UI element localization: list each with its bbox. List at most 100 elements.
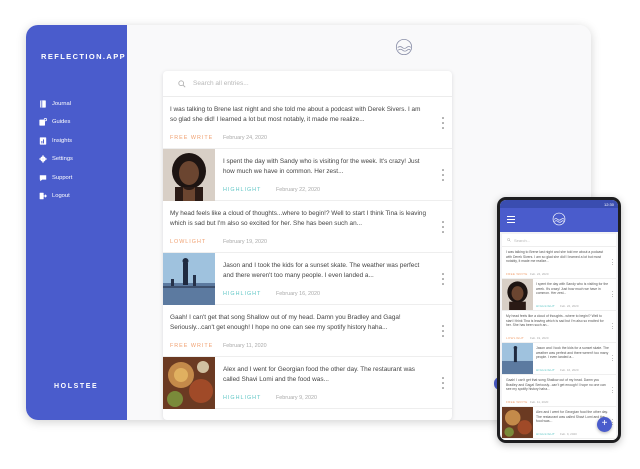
entry-date: February 16, 2020	[276, 291, 321, 297]
phone-journal-entry[interactable]: I was talking to Brene last night and sh…	[502, 247, 616, 279]
entry-date: February 11, 2020	[223, 343, 267, 349]
wave-logo-icon	[395, 38, 413, 56]
entry-date: February 22, 2020	[276, 187, 321, 193]
entry-tag: HIGHLIGHT	[223, 395, 262, 401]
chat-icon	[38, 173, 47, 182]
more-options-icon[interactable]	[612, 387, 614, 393]
entry-date: Feb. 22, 2020	[560, 304, 579, 308]
more-options-icon[interactable]	[441, 117, 445, 129]
more-options-icon[interactable]	[441, 377, 445, 389]
entry-text: I spent the day with Sandy who is visiti…	[223, 158, 420, 175]
logout-icon	[38, 192, 47, 201]
phone-search-bar[interactable]: Search...	[502, 234, 616, 247]
entry-meta: FREE WRITE Feb. 24, 2020	[506, 272, 549, 276]
phone-journal-entry[interactable]: Gaah! I can't get that song Shallow out …	[502, 375, 616, 407]
entry-photo-woman	[502, 279, 533, 310]
sidebar-item-insights[interactable]: Insights	[38, 134, 73, 147]
phone-search-placeholder: Search...	[514, 237, 531, 243]
entry-text: My head feels like a cloud of thoughts..…	[506, 314, 604, 328]
search-icon	[178, 79, 186, 88]
add-entry-button[interactable]: +	[597, 417, 612, 432]
gear-icon	[38, 155, 47, 164]
entry-photo-skate	[502, 343, 533, 374]
entry-tag: FREE WRITE	[506, 400, 528, 404]
sidebar-nav: Journal Guides Insights Settings Support	[38, 97, 73, 208]
more-options-icon[interactable]	[612, 419, 614, 425]
more-options-icon[interactable]	[612, 291, 614, 297]
status-bar: 12:30	[500, 200, 618, 208]
entry-meta: HIGHLIGHT February 16, 2020	[223, 291, 320, 297]
entry-photo-food	[502, 407, 533, 438]
entry-date: Feb. 9, 2020	[560, 432, 577, 436]
search-bar	[163, 71, 452, 97]
search-icon	[507, 238, 511, 242]
sidebar-item-logout[interactable]: Logout	[38, 190, 73, 203]
entry-meta: LOWLIGHT Feb. 19, 2020	[506, 336, 549, 340]
phone-journal-entry[interactable]: I spent the day with Sandy who is visiti…	[502, 279, 616, 311]
sidebar-item-label: Settings	[52, 156, 73, 162]
insights-icon	[38, 136, 47, 145]
entry-date: February 9, 2020	[276, 395, 318, 401]
entry-text: I was talking to Brene last night and sh…	[170, 106, 421, 123]
entry-text: Gaah! I can't get that song Shallow out …	[506, 378, 606, 392]
phone-journal-entry[interactable]: My head feels like a cloud of thoughts..…	[502, 311, 616, 343]
entry-photo-woman	[163, 149, 215, 201]
sidebar: REFLECTION.APP Journal Guides Insights S…	[26, 25, 127, 420]
entry-tag: HIGHLIGHT	[536, 432, 556, 436]
more-options-icon[interactable]	[441, 221, 445, 233]
journal-entry[interactable]: I was talking to Brene last night and sh…	[163, 97, 452, 149]
guides-icon	[38, 118, 47, 127]
entry-meta: FREE WRITE Feb. 11, 2020	[506, 400, 548, 404]
entry-meta: HIGHLIGHT February 9, 2020	[223, 395, 317, 401]
entry-meta: HIGHLIGHT Feb. 22, 2020	[536, 304, 579, 308]
phone-screen: 12:30 Search... I was talking to Brene l…	[500, 200, 618, 440]
search-input[interactable]	[193, 80, 393, 87]
more-options-icon[interactable]	[612, 323, 614, 329]
entry-tag: LOWLIGHT	[506, 336, 525, 340]
sidebar-item-support[interactable]: Support	[38, 171, 73, 184]
sidebar-item-guides[interactable]: Guides	[38, 116, 73, 129]
sidebar-item-label: Journal	[52, 100, 72, 107]
entry-meta: HIGHLIGHT Feb. 9, 2020	[536, 432, 577, 436]
journal-icon	[38, 99, 47, 108]
entry-meta: FREE WRITE February 24, 2020	[170, 135, 267, 141]
more-options-icon[interactable]	[612, 355, 614, 361]
journal-entry[interactable]: Gaah! I can't get that song Shallow out …	[163, 305, 452, 357]
entry-text: I was talking to Brene last night and sh…	[506, 250, 604, 264]
journal-entry[interactable]: Alex and I went for Georgian food the ot…	[163, 357, 452, 409]
entry-date: February 24, 2020	[223, 135, 268, 141]
journal-entry[interactable]: Jason and I took the kids for a sunset s…	[163, 253, 452, 305]
entry-meta: LOWLIGHT February 19, 2020	[170, 239, 267, 245]
more-options-icon[interactable]	[441, 169, 445, 181]
journal-entry[interactable]: I spent the day with Sandy who is visiti…	[163, 149, 452, 201]
app-brand: REFLECTION.APP	[41, 52, 127, 61]
entry-date: Feb. 16, 2020	[560, 368, 579, 372]
more-options-icon[interactable]	[612, 259, 614, 265]
entry-meta: HIGHLIGHT February 22, 2020	[223, 187, 320, 193]
journal-entry[interactable]: My head feels like a cloud of thoughts..…	[163, 201, 452, 253]
entry-text: My head feels like a cloud of thoughts..…	[170, 210, 427, 227]
entry-photo-skate	[163, 253, 215, 305]
entry-date: February 19, 2020	[223, 239, 268, 245]
entry-text: Jason and I took the kids for a sunset s…	[536, 346, 609, 360]
entry-tag: HIGHLIGHT	[223, 291, 262, 297]
holstee-logo: HOLSTEE	[54, 383, 99, 390]
sidebar-item-label: Guides	[52, 119, 71, 125]
entry-tag: FREE WRITE	[506, 272, 528, 276]
more-options-icon[interactable]	[441, 325, 445, 337]
entry-tag: HIGHLIGHT	[536, 368, 556, 372]
wave-logo-icon	[552, 212, 566, 226]
hamburger-menu-icon[interactable]	[507, 216, 515, 223]
phone-journal-entry[interactable]: Jason and I took the kids for a sunset s…	[502, 343, 616, 375]
sidebar-item-settings[interactable]: Settings	[38, 153, 73, 166]
more-options-icon[interactable]	[441, 273, 445, 285]
sidebar-item-journal[interactable]: Journal	[38, 97, 73, 110]
entry-meta: FREE WRITE February 11, 2020	[170, 343, 267, 349]
entry-text: Alex and I went for Georgian food the ot…	[223, 366, 415, 383]
stage: REFLECTION.APP Journal Guides Insights S…	[0, 0, 640, 469]
entry-meta: HIGHLIGHT Feb. 16, 2020	[536, 368, 579, 372]
phone-app-bar	[500, 208, 618, 232]
entry-date: Feb. 24, 2020	[530, 272, 549, 276]
entry-text: I spent the day with Sandy who is visiti…	[536, 282, 609, 296]
entry-tag: FREE WRITE	[170, 343, 214, 349]
